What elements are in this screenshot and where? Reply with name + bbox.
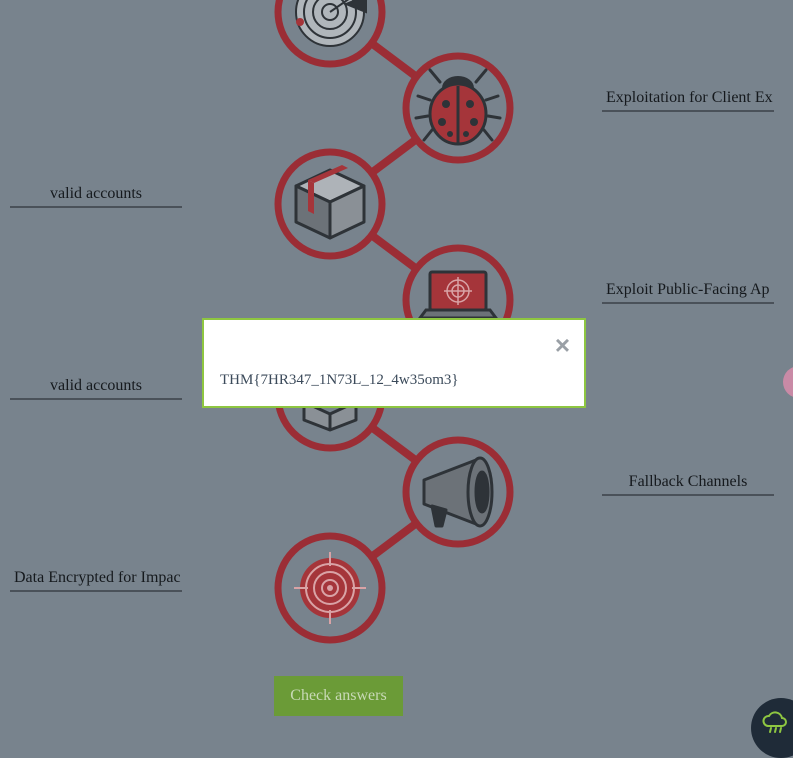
answer-field-2[interactable]: valid accounts	[10, 180, 182, 208]
check-answers-button[interactable]: Check answers	[274, 676, 403, 716]
answer-field-6[interactable]: Data Encrypted for Impac	[10, 564, 182, 592]
node-megaphone	[402, 436, 514, 548]
cloud-icon	[762, 711, 787, 733]
flag-text: THM{7HR347_1N73L_12_4w35om3}	[220, 372, 459, 388]
node-ladybug	[402, 52, 514, 164]
node-radar	[274, 0, 386, 68]
answer-field-1[interactable]: Exploitation for Client Ex	[602, 84, 774, 112]
answer-field-5[interactable]: Fallback Channels	[602, 468, 774, 496]
flag-modal: × THM{7HR347_1N73L_12_4w35om3}	[202, 318, 586, 408]
close-icon[interactable]: ×	[555, 332, 570, 358]
answer-field-3[interactable]: Exploit Public-Facing Ap	[602, 276, 774, 304]
node-box	[274, 148, 386, 260]
answer-field-4[interactable]: valid accounts	[10, 372, 182, 400]
node-target	[274, 532, 386, 644]
laptop-target-icon	[417, 270, 499, 320]
